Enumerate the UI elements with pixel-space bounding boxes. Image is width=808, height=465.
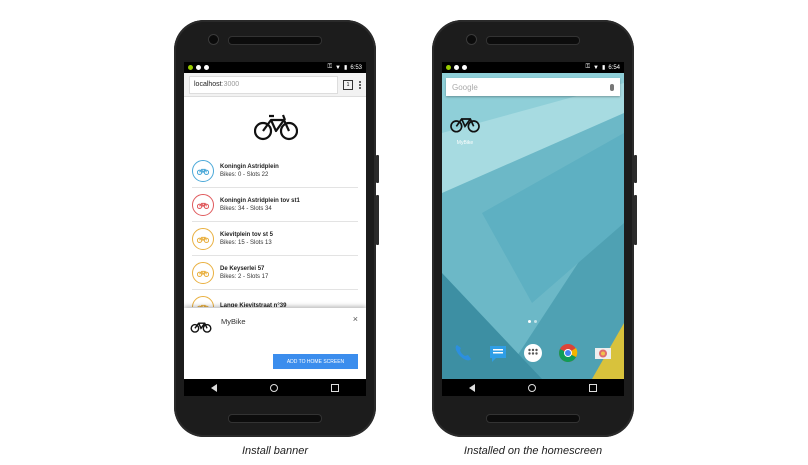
page-content: Koningin Astridplein Bikes: 0 - Slots 22 K… (184, 97, 366, 307)
station-name: Kievitplein tov st 5 (220, 231, 274, 238)
bottom-speaker (228, 414, 322, 423)
search-placeholder: Google (452, 82, 478, 92)
key-icon: ⚿ (585, 64, 591, 70)
station-status-icon (192, 261, 214, 284)
station-detail: Bikes: 34 - Slots 34 (220, 205, 272, 212)
clock: 6:53 (350, 64, 362, 71)
page-indicator (528, 320, 537, 323)
homescreen: Google MyBike (442, 73, 624, 379)
volume-button (376, 195, 379, 245)
power-button (634, 155, 637, 183)
list-item[interactable]: De Keyserlei 57 Bikes: 2 - Slots 17 (192, 256, 358, 290)
back-icon[interactable] (210, 383, 217, 392)
mic-icon[interactable] (610, 83, 614, 91)
caption-homescreen: Installed on the homescreen (463, 445, 603, 457)
wifi-icon: ▼ (593, 64, 599, 71)
list-item[interactable]: Lange Kievitstraat n°39 (192, 290, 358, 307)
station-name: De Keyserlei 57 (220, 265, 265, 272)
station-name: Koningin Astridplein (220, 163, 279, 170)
caption-install-banner: Install banner (241, 445, 309, 457)
sync-icon (462, 65, 467, 70)
list-item[interactable]: Kievitplein tov st 5 Bikes: 15 - Slots 13 (192, 222, 358, 256)
dock (442, 328, 624, 378)
banner-app-name: MyBike (221, 317, 246, 326)
chrome-icon[interactable] (557, 342, 579, 364)
nav-bar (184, 379, 366, 396)
android-icon (446, 65, 451, 70)
screen: ⚿ ▼ ▮ 6:54 Google MyBike (442, 62, 624, 396)
battery-icon: ▮ (344, 65, 348, 71)
station-status-icon (192, 295, 214, 307)
station-status-icon (192, 159, 214, 182)
front-camera (466, 34, 477, 45)
station-status-icon (192, 227, 214, 250)
clock: 6:54 (608, 64, 620, 71)
phone-homescreen: ⚿ ▼ ▮ 6:54 Google MyBike (432, 20, 637, 437)
list-item[interactable]: Koningin Astridplein tov st1 Bikes: 34 - … (192, 188, 358, 222)
url-field[interactable]: localhost:3000 (189, 75, 338, 94)
camera-icon[interactable] (592, 342, 614, 364)
tab-count: 1 (346, 81, 350, 88)
mybike-shortcut[interactable]: MyBike (450, 113, 480, 146)
power-button (376, 155, 379, 183)
station-status-icon (192, 193, 214, 216)
station-name: Koningin Astridplein tov st1 (220, 197, 300, 204)
status-bar: ⚿ ▼ ▮ 6:54 (442, 62, 624, 73)
earpiece-speaker (228, 36, 322, 45)
station-name: Lange Kievitstraat n°39 (220, 302, 287, 308)
screen: ⚿ ▼ ▮ 6:53 localhost:3000 1 Koningin Ast… (184, 62, 366, 396)
url-host: localhost (194, 81, 222, 88)
front-camera (208, 34, 219, 45)
station-detail: Bikes: 0 - Slots 22 (220, 171, 269, 178)
app-icon (190, 322, 212, 333)
station-detail: Bikes: 2 - Slots 17 (220, 273, 269, 280)
sync-icon (204, 65, 209, 70)
bike-app-icon (450, 118, 480, 133)
wifi-icon: ▼ (335, 64, 341, 71)
status-bar: ⚿ ▼ ▮ 6:53 (184, 62, 366, 73)
home-icon[interactable] (527, 383, 536, 392)
back-icon[interactable] (468, 383, 475, 392)
recents-icon[interactable] (331, 383, 340, 392)
google-search-bar[interactable]: Google (446, 78, 620, 96)
notification-icon (454, 65, 459, 70)
phone-icon[interactable] (452, 342, 474, 364)
bottom-speaker (486, 414, 580, 423)
add-to-home-screen-button[interactable]: ADD TO HOME SCREEN (273, 354, 358, 369)
battery-icon: ▮ (602, 65, 606, 71)
overflow-menu-icon[interactable] (359, 80, 361, 89)
tab-switcher-button[interactable]: 1 (343, 79, 353, 90)
bike-logo-icon (254, 114, 298, 141)
messages-icon[interactable] (487, 342, 509, 364)
app-drawer-icon[interactable] (522, 342, 544, 364)
browser-toolbar: localhost:3000 1 (184, 73, 366, 97)
recents-icon[interactable] (589, 383, 598, 392)
install-banner: MyBike × ADD TO HOME SCREEN (184, 308, 366, 379)
key-icon: ⚿ (327, 64, 333, 70)
close-icon[interactable]: × (353, 314, 358, 324)
volume-button (634, 195, 637, 245)
phone-install-banner: ⚿ ▼ ▮ 6:53 localhost:3000 1 Koningin Ast… (174, 20, 379, 437)
notification-icon (196, 65, 201, 70)
station-detail: Bikes: 15 - Slots 13 (220, 239, 272, 246)
android-icon (188, 65, 193, 70)
home-icon[interactable] (269, 383, 278, 392)
earpiece-speaker (486, 36, 580, 45)
nav-bar (442, 379, 624, 396)
station-list: Koningin Astridplein Bikes: 0 - Slots 22 K… (192, 154, 358, 307)
list-item[interactable]: Koningin Astridplein Bikes: 0 - Slots 22 (192, 154, 358, 188)
url-port: :3000 (221, 81, 240, 88)
app-label: MyBike (456, 140, 474, 146)
